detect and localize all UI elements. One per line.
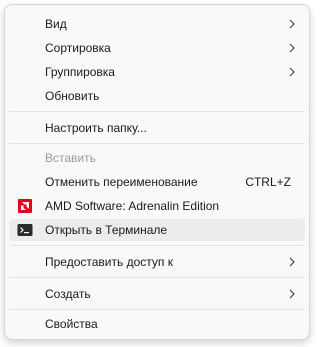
chevron-right-icon xyxy=(289,43,295,53)
chevron-right-icon xyxy=(289,257,295,267)
menu-item-refresh-label: Обновить xyxy=(45,89,100,103)
menu-separator xyxy=(9,111,305,112)
chevron-right-icon xyxy=(289,19,295,29)
context-menu: Вид Сортировка Группировка Обновить Наст… xyxy=(4,4,310,340)
menu-separator xyxy=(9,245,305,246)
terminal-icon xyxy=(17,224,33,236)
amd-logo-icon xyxy=(18,199,32,213)
menu-item-undo-rename-label: Отменить переименование xyxy=(45,175,198,189)
menu-item-create[interactable]: Создать xyxy=(9,283,305,305)
menu-item-paste: Вставить xyxy=(9,147,305,169)
menu-item-group[interactable]: Группировка xyxy=(9,61,305,83)
menu-item-open-terminal[interactable]: Открыть в Терминале xyxy=(9,219,305,241)
menu-item-properties-label: Свойства xyxy=(45,317,98,331)
menu-item-amd-software[interactable]: AMD Software: Adrenalin Edition xyxy=(9,195,305,217)
menu-separator xyxy=(9,309,305,310)
menu-item-properties[interactable]: Свойства xyxy=(9,313,305,335)
menu-item-refresh[interactable]: Обновить xyxy=(9,85,305,107)
menu-item-sort-label: Сортировка xyxy=(45,41,111,55)
chevron-right-icon xyxy=(289,289,295,299)
chevron-right-icon xyxy=(289,67,295,77)
menu-item-create-label: Создать xyxy=(45,287,91,301)
menu-item-view-label: Вид xyxy=(45,17,67,31)
menu-item-customize-folder[interactable]: Настроить папку... xyxy=(9,117,305,139)
menu-item-group-label: Группировка xyxy=(45,65,115,79)
menu-item-share-access-label: Предоставить доступ к xyxy=(45,255,173,269)
menu-item-undo-rename[interactable]: Отменить переименование CTRL+Z xyxy=(9,171,305,193)
menu-item-open-terminal-label: Открыть в Терминале xyxy=(45,223,168,237)
menu-separator xyxy=(9,277,305,278)
menu-item-paste-label: Вставить xyxy=(45,151,96,165)
menu-item-view[interactable]: Вид xyxy=(9,13,305,35)
menu-item-share-access[interactable]: Предоставить доступ к xyxy=(9,251,305,273)
shortcut-label: CTRL+Z xyxy=(245,175,291,189)
menu-item-customize-folder-label: Настроить папку... xyxy=(45,121,147,135)
menu-item-sort[interactable]: Сортировка xyxy=(9,37,305,59)
menu-item-amd-software-label: AMD Software: Adrenalin Edition xyxy=(45,199,220,213)
menu-separator xyxy=(9,143,305,144)
